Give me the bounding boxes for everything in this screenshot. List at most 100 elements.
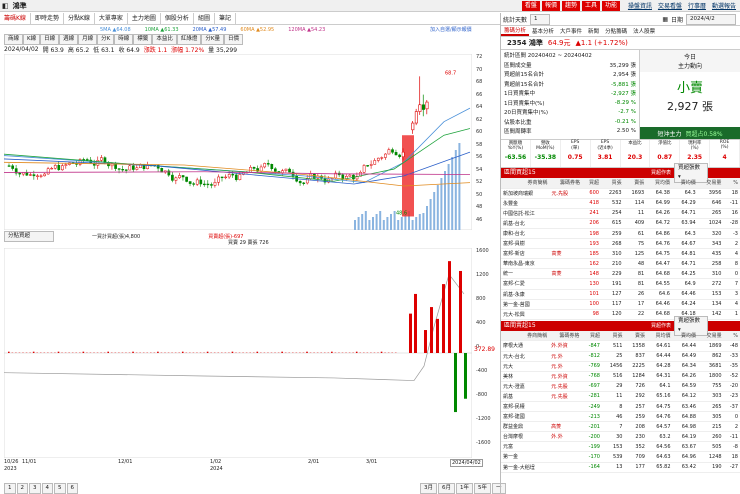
tag-button-3[interactable]: 趨勢 [561,0,580,11]
page-3[interactable]: 3 [29,483,41,494]
table-row[interactable]: 中國信託-松江 241 254 11 64.26 64.71 265 16 [501,208,740,219]
range-3m[interactable]: 3月 [420,483,437,494]
table-cell: 元富 [501,441,550,453]
page-5[interactable]: 5 [54,483,66,494]
table-row[interactable]: 台灣摩根 外.外 -200 30 230 63.2 64.19 260 -11 [501,431,740,443]
tag-button-1[interactable]: 看盤 [521,0,540,11]
candle-body [203,183,206,186]
table-row[interactable]: 統一 高菱 148 229 81 64.68 64.25 310 0 [501,268,740,280]
table-row[interactable]: 富邦-仁愛 130 191 81 64.55 64.9 272 7 [501,278,740,290]
table-row[interactable]: 第一金 -170 539 709 64.63 64.96 1248 18 [501,451,740,463]
chart-tab-5[interactable]: 月線 [78,34,98,45]
table-row[interactable]: 元大-澄嘉 元.先股 -697 29 726 64.1 64.59 755 -20 [501,381,740,392]
link-trade[interactable]: 交易看盤 [658,1,682,10]
candle-body [210,184,213,186]
table-row[interactable]: 永豐金 418 532 114 64.99 64.29 646 -11 [501,198,740,209]
col-header[interactable]: % [723,178,740,189]
table-row[interactable]: 元富 -199 153 352 64.56 63.67 505 -8 [501,441,740,453]
page-6[interactable]: 6 [66,483,78,494]
table-row[interactable]: 富邦-建國 -213 46 259 64.76 64.88 305 0 [501,411,740,423]
col-header[interactable]: 券商簡稱 [501,178,550,189]
rtab-basic[interactable]: 基本分析 [529,27,557,35]
table-row[interactable]: 華南永昌-東京 162 210 48 64.47 64.71 258 8 [501,258,740,270]
rtab-branch[interactable]: 分點籌碼 [602,27,630,35]
volume-bar [444,171,446,230]
price-chart[interactable]: 68.7 48.6 [4,54,472,230]
chart-tab-4[interactable]: 週線 [59,34,79,45]
chart-tab-6[interactable]: 分K [97,34,115,45]
chart-tab-7[interactable]: 時線 [114,34,134,45]
rtab-legal[interactable]: 法人股票 [630,27,658,35]
link-calendar[interactable]: 行事曆 [688,1,706,10]
table-row[interactable]: 康和-台北 198 259 61 64.86 64.3 320 -3 [501,228,740,240]
link-report[interactable]: 動選報告 [712,1,736,10]
tab-notes[interactable]: 筆記 [215,12,236,25]
table-row[interactable]: 凱基-永康 101 127 26 64.6 64.46 153 3 [501,289,740,300]
col-header[interactable]: 賣張 [623,178,647,189]
date-field[interactable]: 2024/4/2 [686,13,736,25]
tab-group[interactable]: 組圖 [194,12,215,25]
chart-tab-12[interactable]: 日價 [223,34,243,45]
rtab-events[interactable]: 大戶事件 [557,27,585,35]
table-row[interactable]: 凱基 元.先股 -281 11 292 65.16 64.12 303 -23 [501,391,740,402]
table-row[interactable]: 元大 元.外 -769 1456 2225 64.28 64.34 3681 -35 [501,361,740,372]
table-row[interactable]: 凱基-台北 206 615 409 64.72 63.94 1024 -28 [501,218,740,229]
tab-big-order[interactable]: 大單專家 [95,12,128,25]
rtab-news[interactable]: 新聞 [585,27,602,35]
table-cell: 第一金-莒國 [501,299,550,310]
col-header[interactable]: 賣張 [624,330,647,342]
page-1[interactable]: 1 [4,483,16,494]
tab-branch-k[interactable]: 分點K線 [64,12,95,25]
chart-tab-1[interactable]: 商線 [4,34,24,45]
col-header[interactable]: 買張 [602,330,625,342]
col-header[interactable]: 買均價 [646,178,672,189]
col-header[interactable]: 買均價 [646,330,673,342]
col-header[interactable]: 籌碼券格 [549,178,582,189]
col-header[interactable]: 券商簡稱 [501,330,550,342]
chart-tab-8[interactable]: 標籤 [133,34,153,45]
link-ops-info[interactable]: 操盤資訊 [628,1,652,10]
table-row[interactable]: 元大-台北 元.外 -812 25 837 64.44 64.49 862 -33 [501,351,740,362]
chart-tab-2[interactable]: K線 [23,34,41,45]
table-row[interactable]: 美林 元.外資 -768 516 1284 64.31 64.26 1800 -52 [501,371,740,382]
stat-days-select[interactable]: 1 [530,13,551,25]
page-2[interactable]: 2 [16,483,28,494]
table-cell: 64.31 [646,371,673,382]
tab-stock-analysis[interactable]: 個股分析 [161,12,194,25]
tag-button-4[interactable]: 工具 [581,0,600,11]
page-4[interactable]: 4 [41,483,53,494]
chart-tab-11[interactable]: 分K量 [201,34,224,45]
table-row[interactable]: 第一金-大稻埕 -164 13 177 65.82 63.42 190 -27 [501,462,740,473]
chart-tab-9[interactable]: 本益比 [152,34,177,45]
col-header[interactable]: 籌碼券格 [549,330,582,342]
tab-intraday[interactable]: 即時走勢 [31,12,64,25]
table-cell: 2 [723,421,740,433]
col-header[interactable]: 買超 [581,178,601,189]
chart-tab-3[interactable]: 日線 [40,34,60,45]
tab-chip-k[interactable]: 籌碼K線 [0,12,31,25]
tag-button-5[interactable]: 功能 [601,0,620,11]
menu-icon[interactable]: ◧ [2,2,9,10]
table-row[interactable]: 摩根大通 外.外資 -847 511 1358 64.61 64.44 1869 -48 [501,340,740,352]
range-5y[interactable]: 5年 [474,483,491,494]
table-row[interactable]: 富邦-員樹 193 268 75 64.76 64.67 343 2 [501,238,740,250]
tab-main-map[interactable]: 主力地圖 [128,12,161,25]
tag-button-2[interactable]: 報價 [541,0,560,11]
table-row[interactable]: 富邦-新店 高菱 185 310 125 64.75 64.81 435 4 [501,248,740,260]
candle-body [185,176,188,182]
chart-tab-10[interactable]: 紅綠燈 [176,34,202,45]
range-6m[interactable]: 6月 [438,483,455,494]
range-1y[interactable]: 1年 [456,483,473,494]
calendar-icon[interactable]: ▦ [662,16,668,23]
table-row[interactable]: 富邦-民權 -249 8 257 64.75 63.46 265 -37 [501,401,740,413]
col-header[interactable]: % [723,330,740,342]
table-row[interactable]: 群益金鼎 高菱 -201 7 208 64.57 64.98 215 2 [501,421,740,433]
branch-select[interactable]: 分點買超 [4,231,54,242]
sub-chart[interactable] [4,248,472,458]
table-row[interactable]: 新加坡商瑞銀 元.先股 600 2263 1693 64.38 64.3 3956 18 [501,188,740,199]
col-header[interactable]: 買張 [600,178,624,189]
watch-link[interactable]: 加入自選/顯示報價 [430,26,472,33]
table-row[interactable]: 第一金-莒國 100 117 17 64.46 64.24 134 4 [501,299,740,310]
col-header[interactable]: 買超 [581,330,602,342]
rtab-chips[interactable]: 籌碼分析 [501,26,530,36]
